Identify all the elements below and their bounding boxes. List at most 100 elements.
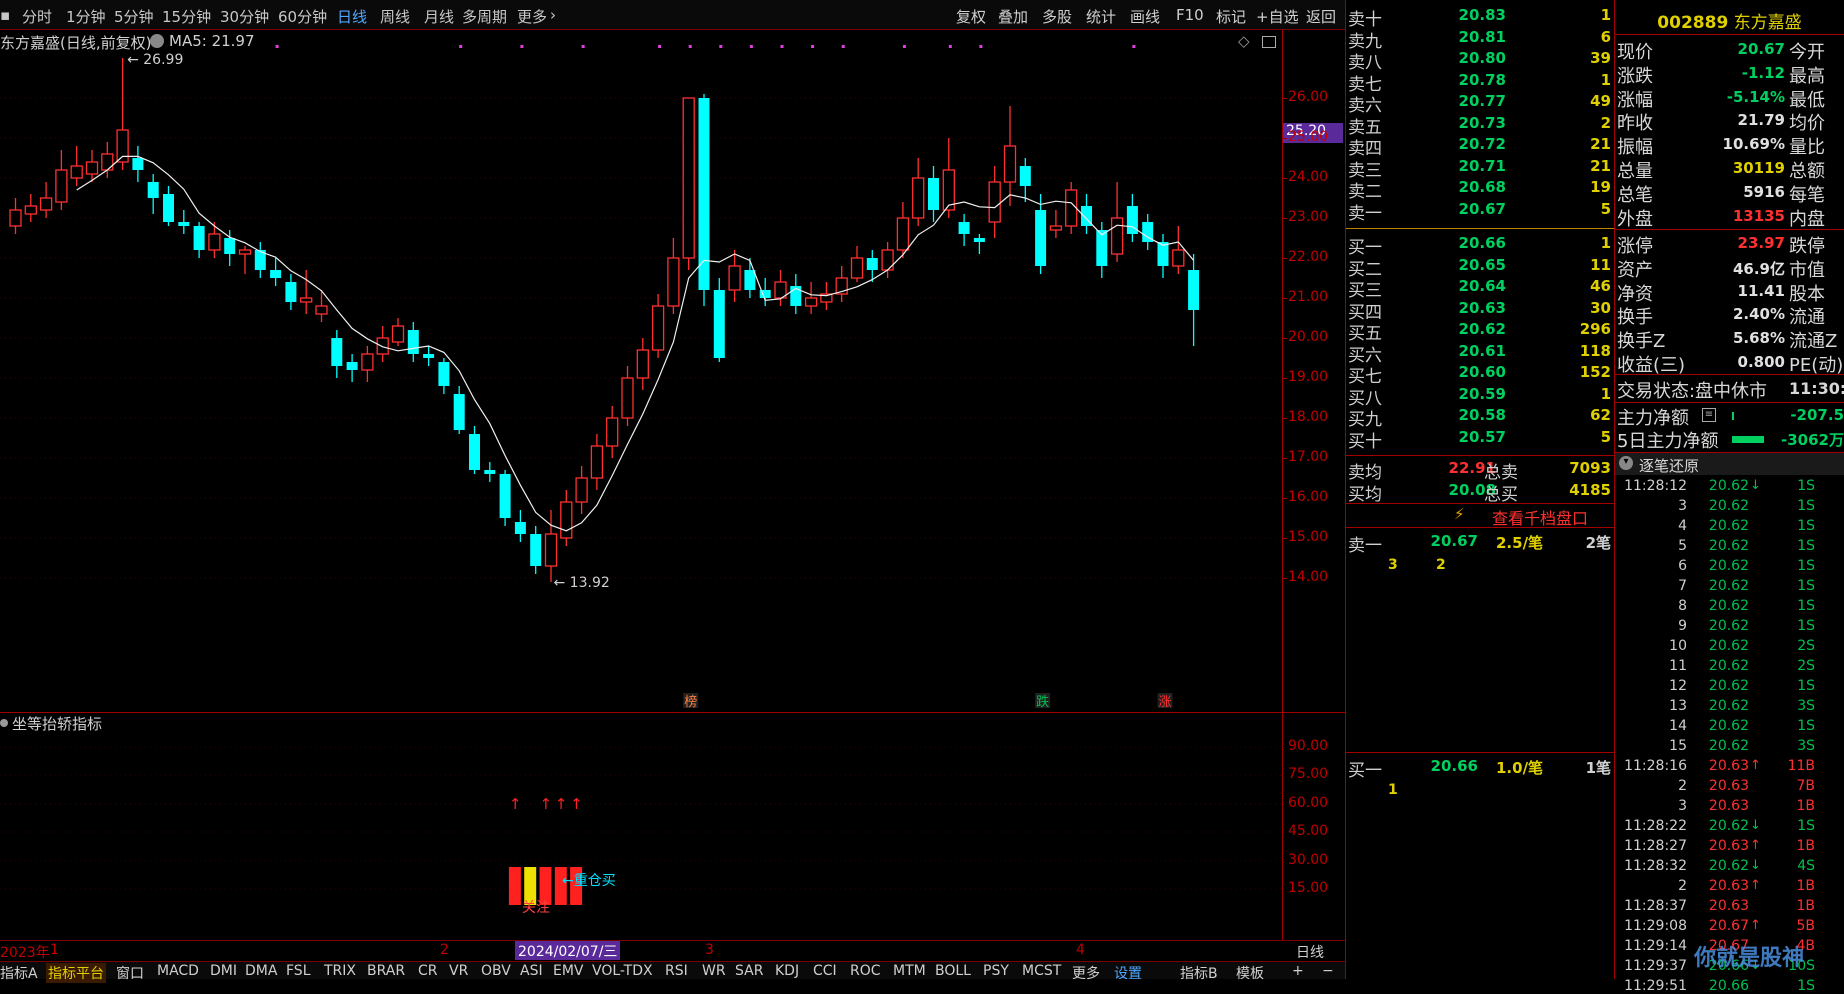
tab-mcst[interactable]: MCST [1022, 963, 1061, 979]
overlay-button[interactable]: 叠加 [998, 6, 1028, 27]
arrow-down-icon: ↓ [1750, 478, 1761, 493]
price-axis-tick [1282, 258, 1287, 259]
tab-period-fenshi[interactable]: 分时 [22, 6, 52, 27]
tab-period-30min[interactable]: 30分钟 [220, 6, 269, 27]
candle [667, 238, 680, 314]
tab-window[interactable]: 窗口 [116, 963, 144, 983]
indicator-pane[interactable]: 坐等抬轿指标 ↑ ↑ ↑ ↑ ←重仓买 关注 [0, 713, 1282, 940]
tab-kdj[interactable]: KDJ [775, 963, 799, 979]
quote-row-label2: 流通 [1789, 307, 1825, 329]
ask-row-price: 20.71 [1458, 156, 1506, 175]
tab-settings[interactable]: 设置 [1114, 963, 1142, 983]
price-axis-label: 22.00 [1288, 249, 1329, 265]
indicator-axis-label: 45.00 [1288, 823, 1329, 839]
tab-trix[interactable]: TRIX [324, 963, 356, 979]
tab-dma[interactable]: DMA [245, 963, 277, 979]
axis-month-2: 2 [440, 942, 449, 958]
candle [300, 270, 313, 314]
tab-period-1min[interactable]: 1分钟 [66, 6, 106, 27]
tab-fsl[interactable]: FSL [286, 963, 311, 979]
add-watchlist-button[interactable]: +自选 [1256, 6, 1299, 27]
tick-volume: 1S [1797, 618, 1815, 634]
thousand-level-link[interactable]: 查看千档盘口 [1492, 505, 1588, 529]
bid-row-price: 20.62 [1458, 320, 1506, 338]
tab-boll[interactable]: BOLL [935, 963, 971, 979]
draw-line-button[interactable]: 画线 [1130, 6, 1160, 27]
event-marker[interactable]: 涨 [1159, 695, 1172, 710]
ask-row-volume: 2 [1600, 113, 1611, 132]
event-marker[interactable]: 跌 [1036, 694, 1049, 710]
tab-roc[interactable]: ROC [850, 963, 881, 979]
quote-row-value: -5.14% [1726, 87, 1785, 106]
tick-volume: 1B [1796, 798, 1815, 814]
quote-row-label2: 股本 [1789, 283, 1825, 305]
tab-vr[interactable]: VR [449, 963, 468, 979]
tab-obv[interactable]: OBV [481, 963, 511, 979]
candle [958, 214, 970, 246]
tab-period-weekly[interactable]: 周线 [380, 6, 410, 27]
tab-wr[interactable]: WR [702, 963, 726, 979]
ask-row-price: 20.80 [1458, 49, 1506, 67]
tab-indicator-platform[interactable]: 指标平台 [46, 963, 106, 983]
event-marker[interactable]: 榜 [684, 694, 697, 710]
price-axis-tick [1282, 178, 1287, 179]
candle [698, 94, 710, 306]
tab-period-multi[interactable]: 多周期 [462, 6, 507, 27]
tick-volume: 1B [1796, 878, 1815, 894]
tab-period-60min[interactable]: 60分钟 [278, 6, 327, 27]
tick-time: 4 [1678, 518, 1687, 534]
tab-period-daily[interactable]: 日线 [337, 6, 367, 27]
tab-asi[interactable]: ASI [520, 963, 543, 979]
tab-rsi[interactable]: RSI [665, 963, 688, 979]
tab-period-monthly[interactable]: 月线 [424, 6, 454, 27]
stats-button[interactable]: 统计 [1086, 6, 1116, 27]
tab-period-15min[interactable]: 15分钟 [162, 6, 211, 27]
multi-stock-button[interactable]: 多股 [1042, 6, 1072, 27]
tick-time: 8 [1678, 598, 1687, 614]
candle [912, 158, 925, 226]
candle [514, 510, 526, 542]
tab-cr[interactable]: CR [418, 963, 438, 979]
price-axis-tick [1282, 378, 1287, 379]
tab-indicator-a[interactable]: 指标A [0, 963, 38, 983]
chevron-right-icon[interactable]: › [550, 6, 556, 24]
tab-mtm[interactable]: MTM [893, 963, 926, 979]
mark-button[interactable]: 标记 [1216, 6, 1246, 27]
tab-sar[interactable]: SAR [735, 963, 763, 979]
quote-row-value: -1.12 [1741, 63, 1785, 82]
tab-template[interactable]: 模板 [1236, 963, 1264, 983]
candlestick-chart: ← 26.99 ← 13.92 榜 跌 涨 [0, 45, 1282, 710]
tick-time: 11:29:37 [1624, 958, 1687, 974]
trade-status-time: 11:30:0 [1789, 379, 1844, 398]
candle [453, 386, 465, 434]
tab-macd[interactable]: MACD [157, 963, 199, 979]
tab-more[interactable]: 更多 [1072, 963, 1100, 983]
tab-period-more[interactable]: 更多 [517, 6, 547, 27]
tab-emv[interactable]: EMV [553, 963, 584, 979]
tab-period-5min[interactable]: 5分钟 [114, 6, 154, 27]
tab-dmi[interactable]: DMI [210, 963, 237, 979]
heavy-buy-label: ←重仓买 [562, 873, 616, 889]
tab-vol-tdx[interactable]: VOL-TDX [592, 963, 653, 979]
tab-brar[interactable]: BRAR [367, 963, 405, 979]
zoom-in-button[interactable]: + [1292, 963, 1304, 979]
candle [636, 338, 649, 390]
f10-button[interactable]: F10 [1176, 6, 1204, 24]
quote-row-label2: 今开 [1789, 42, 1825, 63]
up-arrow-icon: ↑ [555, 795, 568, 813]
tab-indicator-b[interactable]: 指标B [1180, 963, 1218, 983]
zoom-out-button[interactable]: − [1322, 963, 1334, 979]
tick-time: 11:28:32 [1624, 858, 1687, 874]
tab-cci[interactable]: CCI [813, 963, 837, 979]
candle [499, 470, 511, 526]
candle [208, 222, 221, 258]
signal-dot [1132, 45, 1136, 48]
signal-dot [719, 45, 723, 48]
arrow-up-icon: ↑ [1750, 918, 1761, 933]
tab-psy[interactable]: PSY [983, 963, 1009, 979]
collapse-icon[interactable]: ▾ [1619, 456, 1633, 470]
back-button[interactable]: 返回 [1306, 6, 1336, 27]
fuquan-button[interactable]: 复权 [956, 6, 986, 27]
price-axis-tick [1282, 498, 1287, 499]
kline-chart-area[interactable]: 东方嘉盛(日线,前复权) MA5: 21.97 ◇ ← 26.99 ← 13.92… [0, 30, 1282, 712]
